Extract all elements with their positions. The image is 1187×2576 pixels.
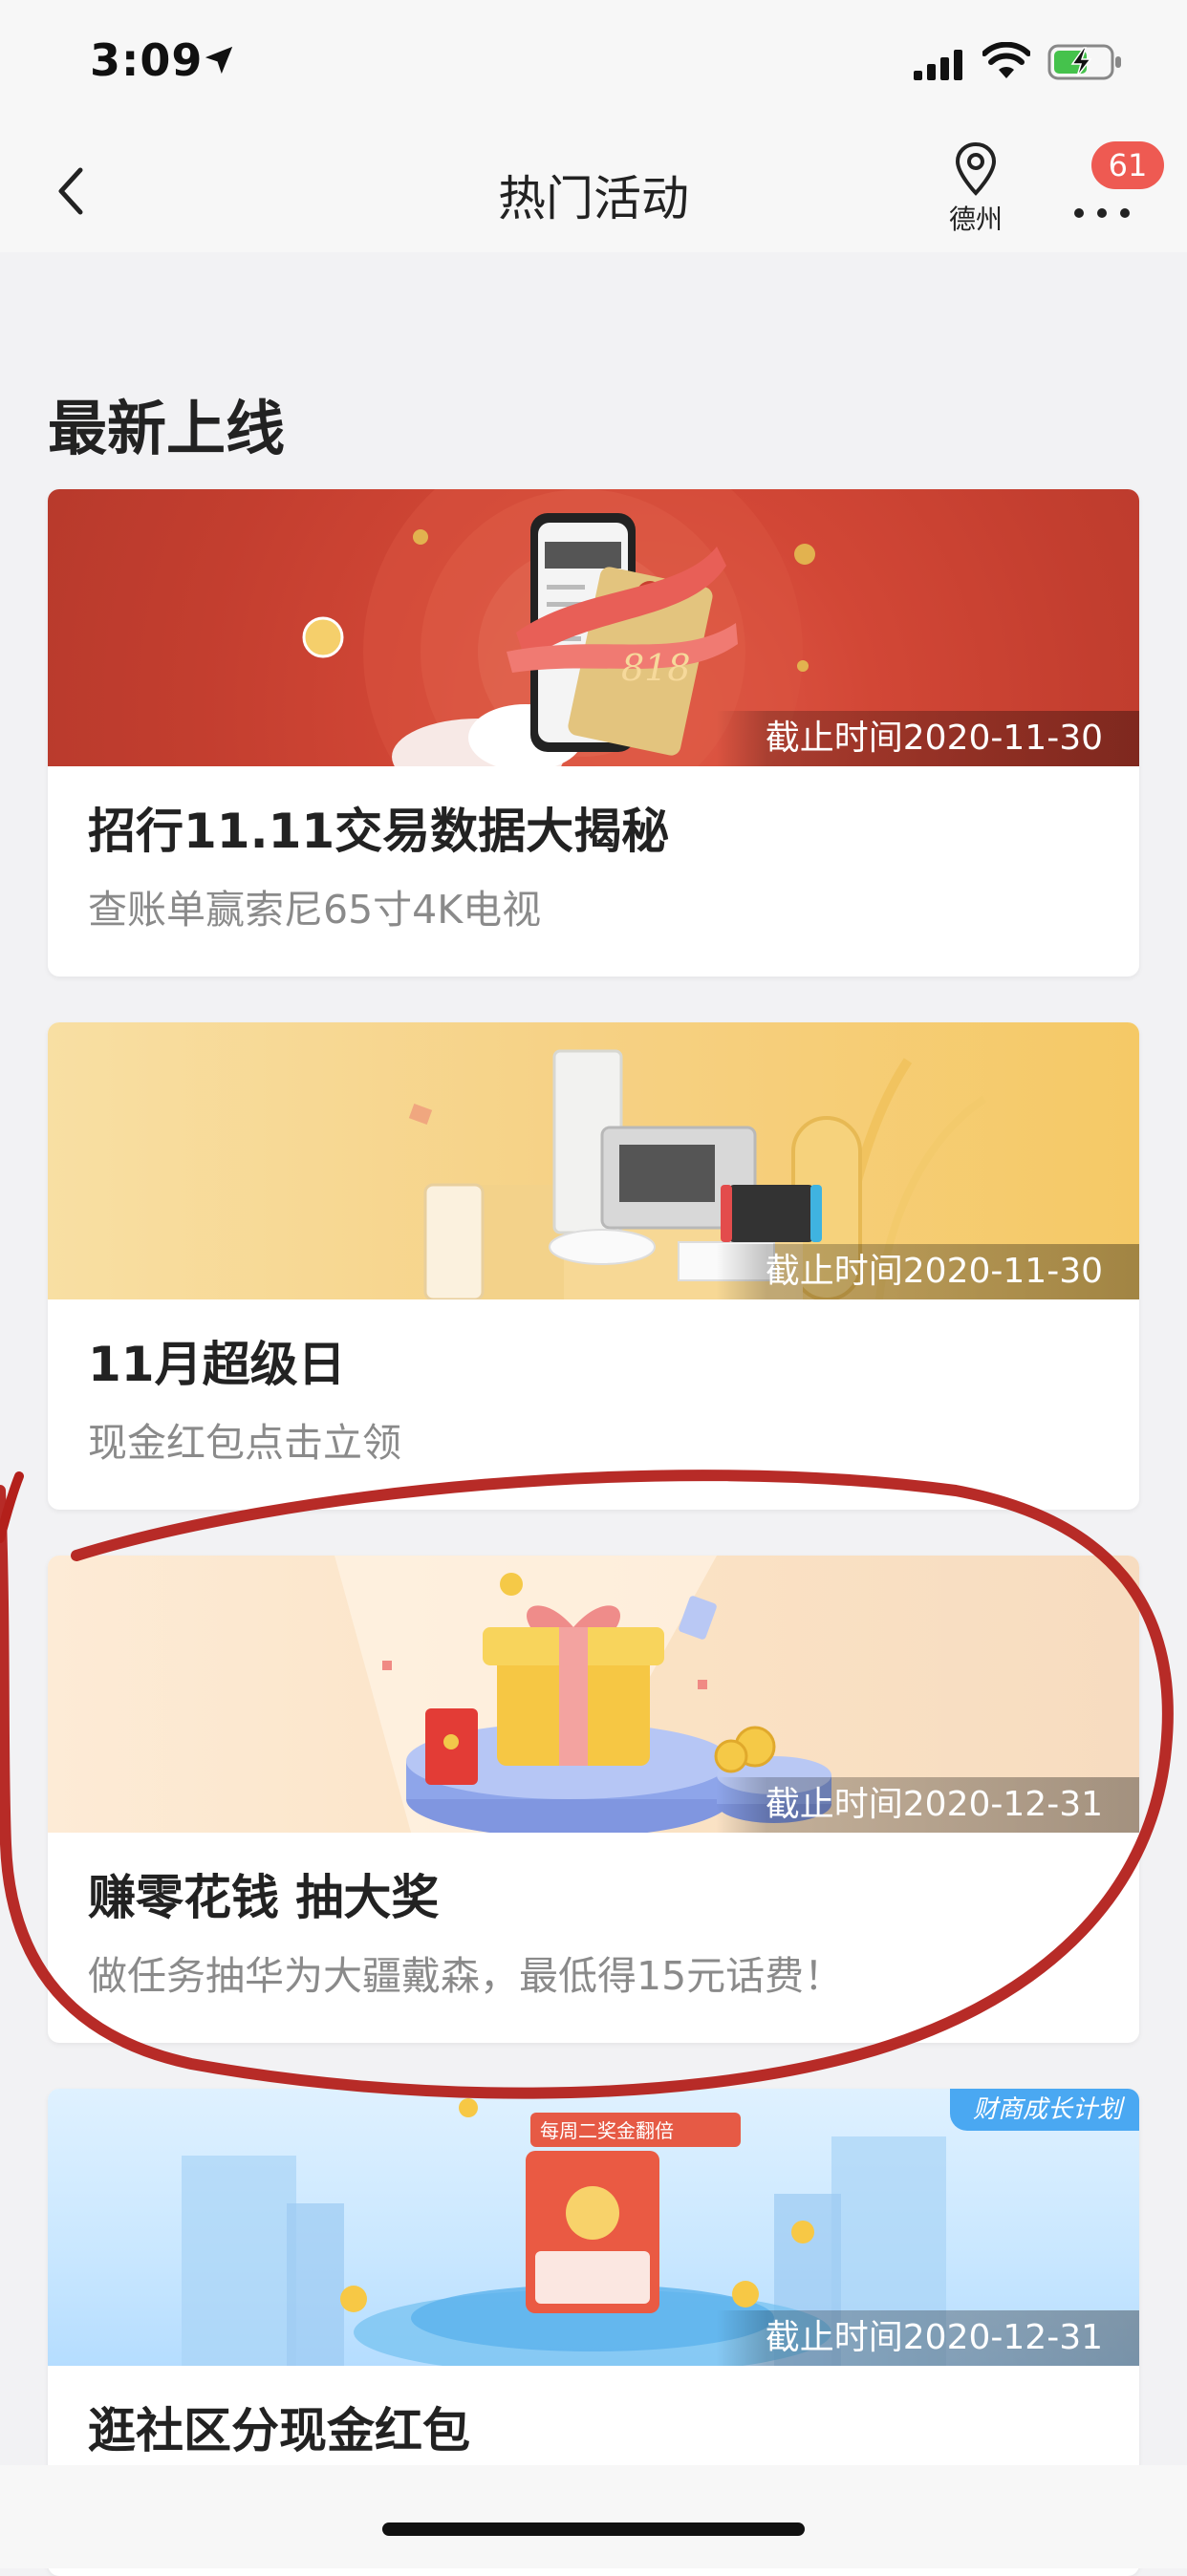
activity-banner: 截止时间2020-12-31 <box>48 1556 1139 1833</box>
chevron-left-icon <box>58 167 83 215</box>
banner-promo-text: 每周二奖金翻倍 <box>540 2119 674 2142</box>
notification-badge: 61 <box>1091 141 1164 189</box>
nav-bar: 热门活动 德州 <box>0 126 1187 252</box>
plan-tag: 财商成长计划 <box>949 2089 1139 2131</box>
deadline-label: 截止时间2020-12-31 <box>715 1777 1139 1833</box>
battery-charging-icon <box>1047 44 1121 80</box>
activity-card[interactable]: 截止时间2020-12-31 赚零花钱 抽大奖 做任务抽华为大疆戴森，最低得15… <box>48 1556 1139 2043</box>
deadline-label: 截止时间2020-12-31 <box>715 2310 1139 2366</box>
banner-818-text: 818 <box>621 647 691 689</box>
status-bar: 3:09 <box>0 0 1187 126</box>
city-selector-button[interactable]: 德州 <box>933 141 1019 245</box>
back-button[interactable] <box>44 161 101 222</box>
bottom-safe-area <box>0 2465 1187 2568</box>
card-title: 招行11.11交易数据大揭秘 <box>88 804 670 859</box>
location-pin-icon <box>955 141 997 196</box>
location-arrow-icon <box>205 46 233 75</box>
card-title: 逛社区分现金红包 <box>88 2403 470 2458</box>
home-indicator <box>382 2522 805 2536</box>
card-title: 11月超级日 <box>88 1337 346 1392</box>
card-title: 赚零花钱 抽大奖 <box>88 1870 440 1925</box>
wifi-icon <box>982 42 1030 78</box>
status-time: 3:09 <box>90 34 204 86</box>
activity-banner: 截止时间2020-11-30 <box>48 1022 1139 1299</box>
more-dots-icon <box>1074 208 1132 220</box>
deadline-label: 截止时间2020-11-30 <box>715 711 1139 766</box>
deadline-label: 截止时间2020-11-30 <box>715 1244 1139 1299</box>
card-subtitle: 现金红包点击立领 <box>88 1420 401 1466</box>
activity-banner: 每周二奖金翻倍 财商成长计划 截止时间2020-12-31 <box>48 2089 1139 2366</box>
cellular-signal-icon <box>914 50 962 80</box>
activity-card[interactable]: 818 截止时间2020-11-30 招行11.11交易数据大揭秘 查账单赢索尼… <box>48 489 1139 977</box>
activity-banner: 818 截止时间2020-11-30 <box>48 489 1139 766</box>
card-subtitle: 查账单赢索尼65寸4K电视 <box>88 887 542 933</box>
activity-card[interactable]: 截止时间2020-11-30 11月超级日 现金红包点击立领 <box>48 1022 1139 1510</box>
card-subtitle: 做任务抽华为大疆戴森，最低得15元话费！ <box>88 1953 844 1999</box>
section-title: 最新上线 <box>48 394 286 463</box>
city-label: 德州 <box>948 204 1003 235</box>
